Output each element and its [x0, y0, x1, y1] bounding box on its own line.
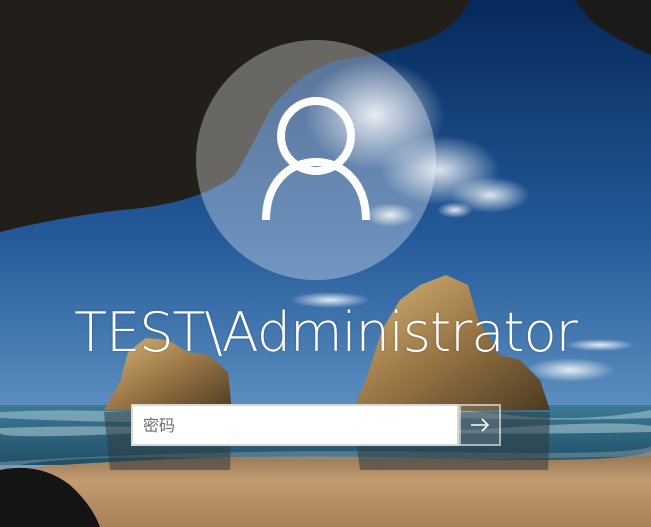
password-field[interactable] [131, 404, 459, 446]
arrow-right-icon [471, 418, 490, 432]
username-label: TEST\Administrator [74, 301, 578, 364]
user-avatar [196, 40, 436, 280]
submit-button[interactable] [459, 404, 501, 446]
password-row [131, 404, 501, 446]
user-silhouette-icon [262, 97, 370, 221]
